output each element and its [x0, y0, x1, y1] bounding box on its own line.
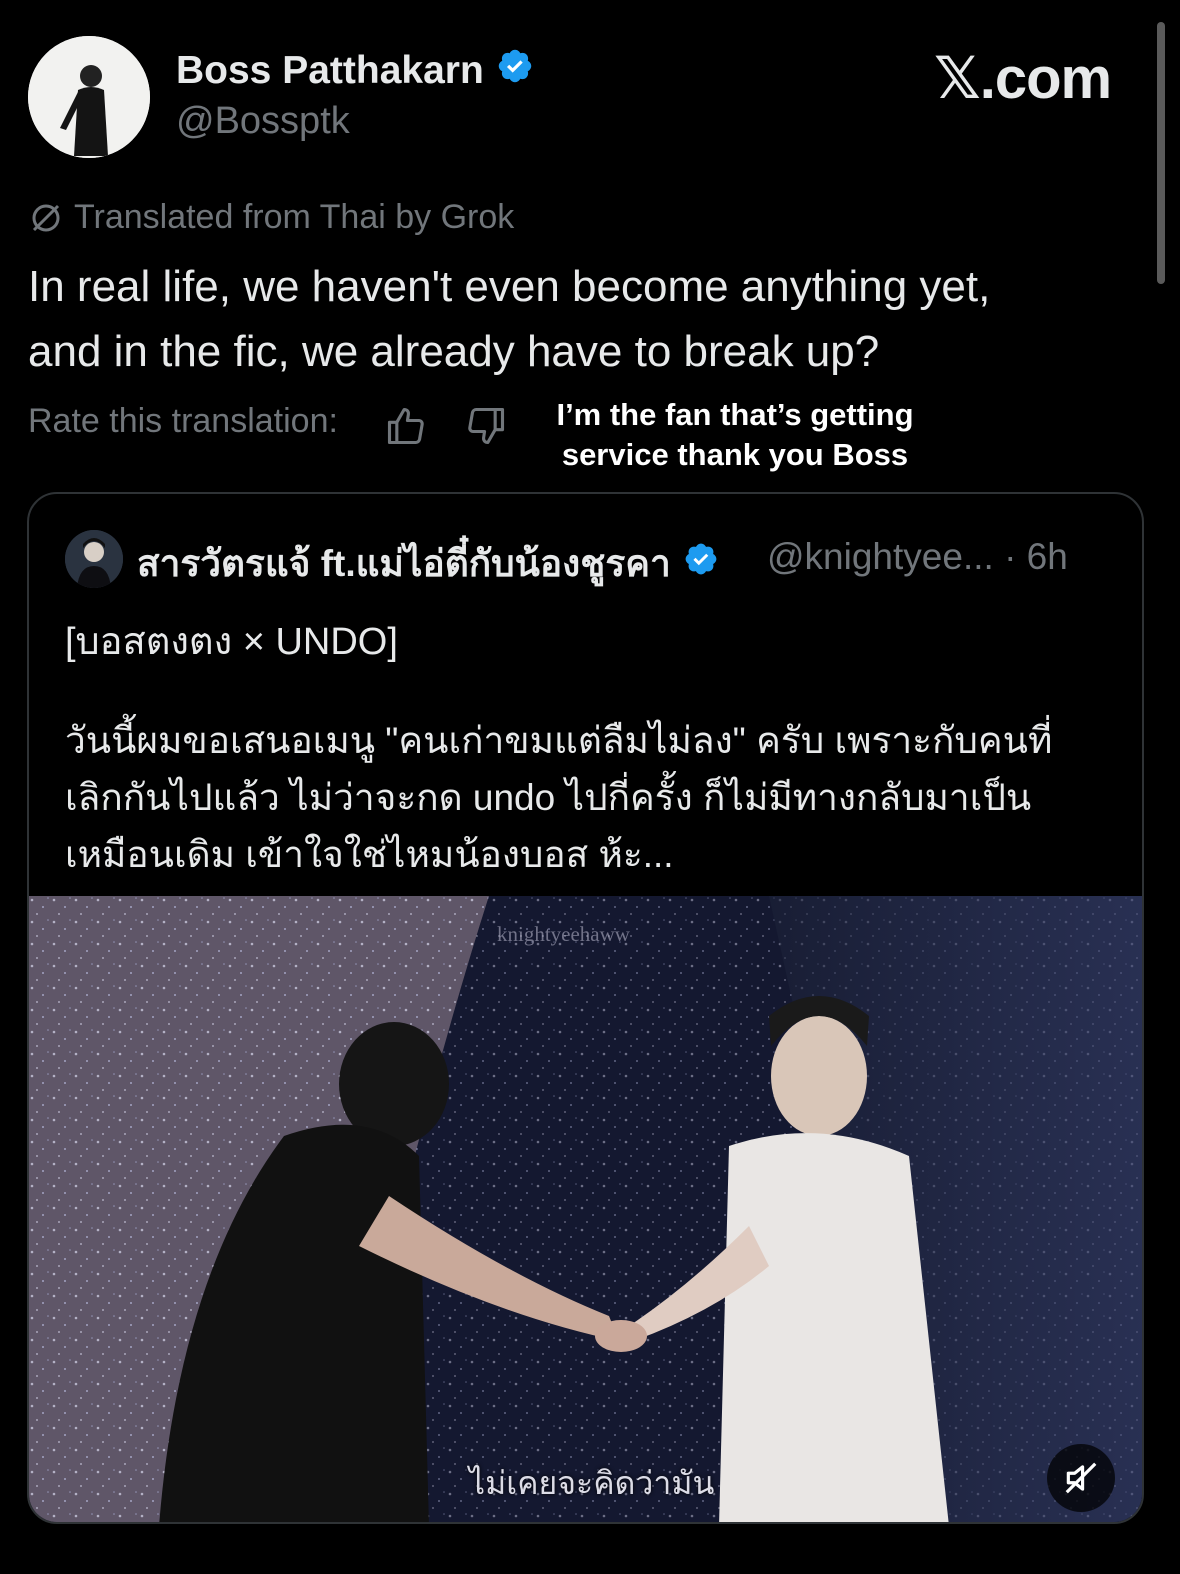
overlay-caption-line: I’m the fan that’s getting — [556, 397, 914, 432]
quoted-body-line: วันนี้ผมขอเสนอเมนู "คนเก่าขมแต่ลืมไม่ลง"… — [65, 720, 1053, 761]
quoted-body: วันนี้ผมขอเสนอเมนู "คนเก่าขมแต่ลืมไม่ลง"… — [65, 712, 1125, 883]
quoted-body-line: เหมือนเดิม เข้าใจใช่ไหมน้องบอส ห้ะ... — [65, 834, 674, 875]
avatar-photo — [28, 36, 150, 158]
video-watermark: knightyeehaww — [497, 922, 630, 946]
tweet-text-line: and in the fic, we already have to break… — [28, 327, 880, 376]
x-brand-logo: 𝕏.com — [934, 46, 1112, 111]
author-display-name[interactable]: Boss Patthakarn — [176, 47, 534, 95]
thumbs-up-icon[interactable] — [384, 404, 428, 448]
muted-speaker-icon — [1065, 1462, 1097, 1494]
quoted-display-name[interactable]: สารวัตรแจ้ ft.แม่ไอ่ตี๋กับน้องชูรคา — [137, 534, 719, 593]
scrollbar[interactable] — [1157, 22, 1165, 284]
grok-slash-icon — [32, 204, 60, 231]
overlay-caption-line: service thank you Boss — [561, 437, 909, 472]
thumbs-down-icon[interactable] — [464, 404, 508, 448]
translation-note: Translated from Thai by Grok — [28, 198, 514, 237]
quoted-tweet-card[interactable]: สารวัตรแจ้ ft.แม่ไอ่ตี๋กับน้องชูรคา @kni… — [27, 492, 1144, 1524]
translation-note-text: Translated from Thai by Grok — [74, 198, 515, 236]
quoted-name-text: สารวัตรแจ้ ft.แม่ไอ่ตี๋กับน้องชูรคา — [137, 543, 671, 584]
verified-badge-icon — [496, 47, 534, 95]
video-media[interactable]: knightyeehaww ไม่เคยจะคิดว่ามัน — [29, 896, 1142, 1522]
mute-button[interactable] — [1047, 1444, 1115, 1512]
quoted-avatar[interactable] — [65, 530, 123, 588]
quoted-avatar-photo — [65, 530, 123, 588]
rate-translation-label: Rate this translation: — [28, 402, 338, 440]
video-subtitle: ไม่เคยจะคิดว่ามัน — [469, 1465, 715, 1501]
tweet-text-line: In real life, we haven't even become any… — [28, 262, 991, 311]
overlay-caption: I’m the fan that’s getting service thank… — [520, 395, 950, 475]
author-name-text: Boss Patthakarn — [176, 49, 484, 92]
avatar[interactable] — [28, 36, 150, 158]
author-handle[interactable]: @Bossptk — [176, 100, 350, 143]
video-frame — [29, 896, 1142, 1522]
quoted-title: [บอสตงตง × UNDO] — [65, 621, 398, 663]
verified-badge-icon — [683, 541, 719, 586]
quoted-handle-time[interactable]: @knightyee... · 6h — [767, 536, 1068, 578]
tweet-text: In real life, we haven't even become any… — [28, 254, 1118, 384]
quoted-body-line: เลิกกันไปแล้ว ไม่ว่าจะกด undo ไปกี่ครั้ง… — [65, 777, 1032, 818]
